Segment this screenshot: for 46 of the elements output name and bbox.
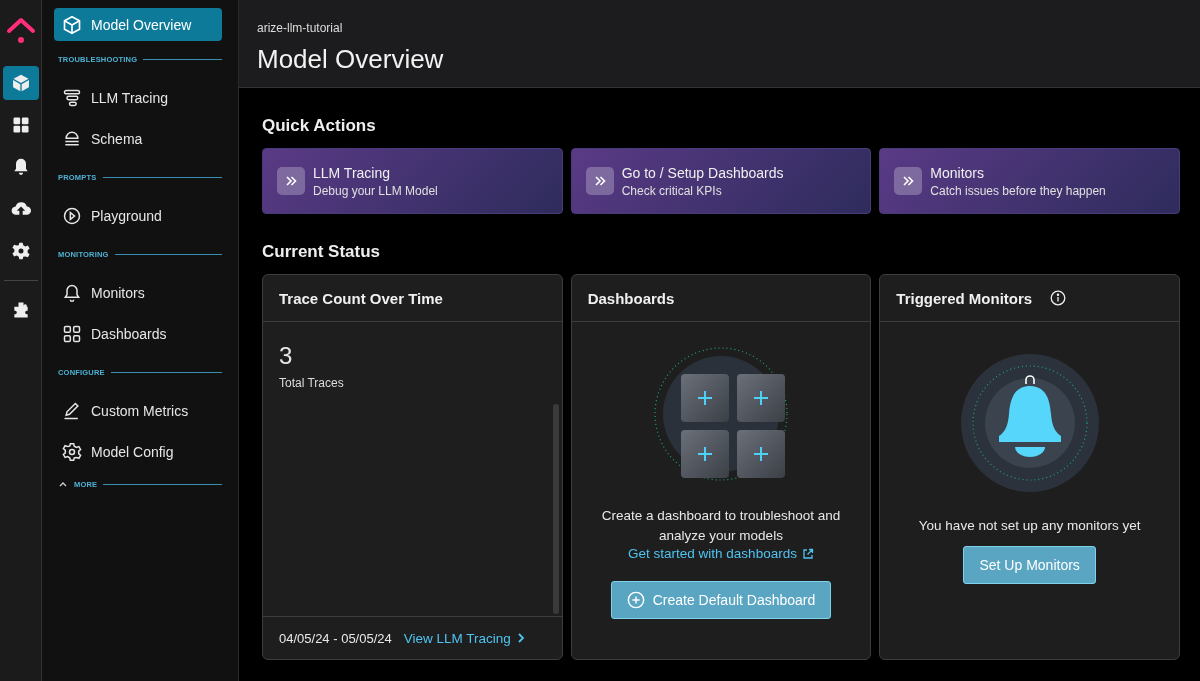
quick-action-subtitle: Debug your LLM Model <box>313 183 438 198</box>
section-title: Quick Actions <box>262 116 376 136</box>
breadcrumb[interactable]: arize-llm-tutorial <box>257 21 343 35</box>
quick-action-subtitle: Catch issues before they happen <box>930 183 1106 198</box>
stacked-bars-icon <box>62 87 82 108</box>
external-link-icon <box>801 547 814 560</box>
section-title: Current Status <box>262 242 381 262</box>
play-icon <box>62 205 82 226</box>
card-title: Trace Count Over Time <box>279 289 443 307</box>
quick-action-card[interactable]: Go to / Setup Dashboards Check critical KPIs <box>570 148 872 214</box>
nav-item[interactable]: Schema <box>54 118 222 159</box>
double-chevron-icon <box>277 167 305 195</box>
page-title: Model Overview <box>257 44 444 75</box>
chevron-right-icon <box>515 632 526 644</box>
bell-icon <box>62 282 82 303</box>
scrollbar[interactable] <box>552 404 559 614</box>
count-label: Total Traces <box>279 376 344 390</box>
grid-icon <box>62 323 82 344</box>
view-tracing-link[interactable]: View LLM Tracing <box>403 630 526 646</box>
info-icon[interactable] <box>1050 290 1067 306</box>
nav-item[interactable]: Model Config <box>54 431 222 472</box>
quick-action-subtitle: Check critical KPIs <box>621 183 723 198</box>
cube-icon <box>62 14 82 35</box>
cube-icon[interactable] <box>2 66 39 100</box>
trace-count: 3 <box>279 342 293 370</box>
double-chevron-icon <box>585 167 614 195</box>
nav-item[interactable]: LLM Tracing <box>54 77 222 118</box>
quick-action-title: LLM Tracing <box>313 164 392 181</box>
nav-item[interactable]: Custom Metrics <box>54 390 222 431</box>
card-title: Triggered Monitors <box>896 289 1033 307</box>
quick-action-card[interactable]: Monitors Catch issues before they happen <box>879 148 1180 214</box>
dashboard-message: Create a dashboard to troubleshoot and analyze your models <box>600 507 842 545</box>
settings-icon <box>62 441 82 462</box>
nav-item[interactable]: Monitors <box>54 272 222 313</box>
nav-item[interactable]: Dashboards <box>54 313 222 354</box>
monitors-message: You have not set up any monitors yet <box>918 517 1141 535</box>
nav-item[interactable]: Model Overview <box>54 8 222 41</box>
quick-action-title: Go to / Setup Dashboards <box>621 164 784 181</box>
date-range: 04/05/24 - 05/05/24 <box>279 630 392 646</box>
quick-action-title: Monitors <box>930 164 985 181</box>
card-title: Dashboards <box>587 289 675 307</box>
quick-action-card[interactable]: LLM Tracing Debug your LLM Model <box>262 148 563 214</box>
nav-item[interactable]: Playground <box>54 195 222 236</box>
double-chevron-icon <box>894 167 923 195</box>
plus-circle-icon <box>626 591 645 609</box>
get-started-link[interactable]: Get started with dashboards <box>628 546 814 561</box>
